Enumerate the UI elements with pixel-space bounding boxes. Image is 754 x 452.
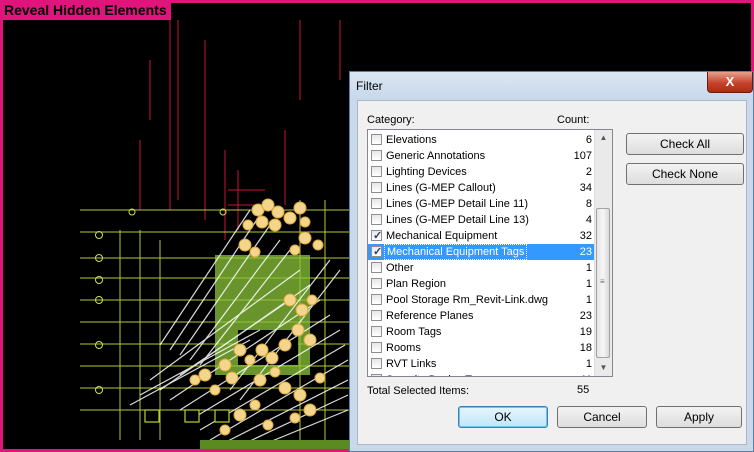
reveal-hidden-elements-label: Reveal Hidden Elements	[0, 0, 171, 20]
grip-icon: ≡	[600, 277, 605, 286]
list-item[interactable]: Rooms 18	[368, 340, 596, 356]
list-scrollbar[interactable]: ▲ ≡ ▼	[594, 130, 612, 376]
category-name: Security Device Tags	[386, 372, 489, 376]
dialog-title: Filter	[356, 79, 383, 93]
list-item[interactable]: RVT Links 1	[368, 356, 596, 372]
category-count: 1	[585, 262, 592, 274]
category-name: RVT Links	[386, 358, 437, 370]
category-list[interactable]: Elevations 6 Generic Annotations 107 Lightin…	[367, 129, 613, 377]
category-count: 1	[585, 278, 592, 290]
category-count: 23	[579, 246, 592, 258]
cancel-button[interactable]: Cancel	[557, 406, 647, 428]
category-count: 19	[579, 326, 592, 338]
apply-button[interactable]: Apply	[656, 406, 742, 428]
category-checkbox[interactable]	[371, 262, 382, 273]
count-header: Count:	[557, 114, 590, 126]
close-icon: X	[725, 74, 735, 89]
category-name: Room Tags	[386, 326, 442, 338]
category-checkbox[interactable]	[371, 198, 382, 209]
scroll-up-icon[interactable]: ▲	[595, 130, 612, 146]
check-all-button[interactable]: Check All	[626, 133, 744, 155]
list-item[interactable]: Lines (G-MEP Callout) 34	[368, 180, 596, 196]
category-checkbox[interactable]	[371, 214, 382, 225]
category-count: 23	[579, 310, 592, 322]
category-count: 1	[585, 294, 592, 306]
category-name: Mechanical Equipment Tags	[384, 244, 528, 260]
list-item[interactable]: Mechanical Equipment Tags 23	[368, 244, 596, 260]
ok-button[interactable]: OK	[458, 406, 548, 428]
category-name: Reference Planes	[386, 310, 474, 322]
category-count: 107	[573, 150, 592, 162]
list-item[interactable]: Pool Storage Rm_Revit-Link.dwg 1	[368, 292, 596, 308]
list-item[interactable]: Lines (G-MEP Detail Line 13) 4	[368, 212, 596, 228]
category-checkbox[interactable]	[371, 326, 382, 337]
list-item[interactable]: Lighting Devices 2	[368, 164, 596, 180]
category-count: 34	[579, 182, 592, 194]
dialog-titlebar[interactable]: Filter X	[350, 72, 753, 100]
list-item[interactable]: Generic Annotations 107	[368, 148, 596, 164]
category-count: 8	[585, 198, 592, 210]
list-item[interactable]: Lines (G-MEP Detail Line 11) 8	[368, 196, 596, 212]
list-item[interactable]: Room Tags 19	[368, 324, 596, 340]
category-name: Lighting Devices	[386, 166, 467, 178]
category-name: Other	[386, 262, 414, 274]
category-checkbox[interactable]	[371, 182, 382, 193]
check-none-button[interactable]: Check None	[626, 163, 744, 185]
category-count: 32	[579, 230, 592, 242]
category-checkbox[interactable]	[371, 278, 382, 289]
category-name: Lines (G-MEP Detail Line 11)	[386, 198, 529, 210]
category-name: Lines (G-MEP Detail Line 13)	[386, 214, 529, 226]
category-checkbox[interactable]	[371, 228, 382, 244]
list-item[interactable]: Mechanical Equipment 32	[368, 228, 596, 244]
category-name: Elevations	[386, 134, 437, 146]
category-name: Lines (G-MEP Callout)	[386, 182, 496, 194]
category-checkbox[interactable]	[371, 374, 382, 376]
category-count: 4	[585, 214, 592, 226]
total-selected-value: 55	[577, 384, 590, 396]
scroll-down-icon[interactable]: ▼	[595, 360, 612, 376]
category-name: Plan Region	[386, 278, 446, 290]
category-name: Rooms	[386, 342, 421, 354]
category-count: 11	[581, 372, 592, 376]
category-name: Pool Storage Rm_Revit-Link.dwg	[386, 294, 549, 306]
scroll-thumb[interactable]: ≡	[596, 208, 610, 358]
list-item[interactable]: Elevations 6	[368, 132, 596, 148]
category-name: Mechanical Equipment	[386, 230, 498, 242]
list-item[interactable]: Security Device Tags 11	[368, 372, 596, 376]
category-checkbox[interactable]	[371, 150, 382, 161]
category-checkbox[interactable]	[371, 134, 382, 145]
category-checkbox[interactable]	[371, 342, 382, 353]
list-item[interactable]: Other 1	[368, 260, 596, 276]
total-selected-label: Total Selected Items:	[367, 385, 470, 397]
category-checkbox[interactable]	[371, 244, 382, 260]
list-item[interactable]: Reference Planes 23	[368, 308, 596, 324]
filter-dialog: Filter X Category: Count: Elevations 6 Gen…	[349, 71, 754, 452]
category-checkbox[interactable]	[371, 310, 382, 321]
category-count: 6	[585, 134, 592, 146]
list-item[interactable]: Plan Region 1	[368, 276, 596, 292]
category-header: Category:	[367, 114, 415, 126]
category-name: Generic Annotations	[386, 150, 486, 162]
category-count: 2	[585, 166, 592, 178]
category-checkbox[interactable]	[371, 294, 382, 305]
category-count: 1	[585, 358, 592, 370]
category-checkbox[interactable]	[371, 358, 382, 369]
category-count: 18	[579, 342, 592, 354]
close-button[interactable]: X	[707, 72, 753, 93]
category-checkbox[interactable]	[371, 166, 382, 177]
dialog-client-area: Category: Count: Elevations 6 Generic Anno…	[357, 100, 747, 445]
